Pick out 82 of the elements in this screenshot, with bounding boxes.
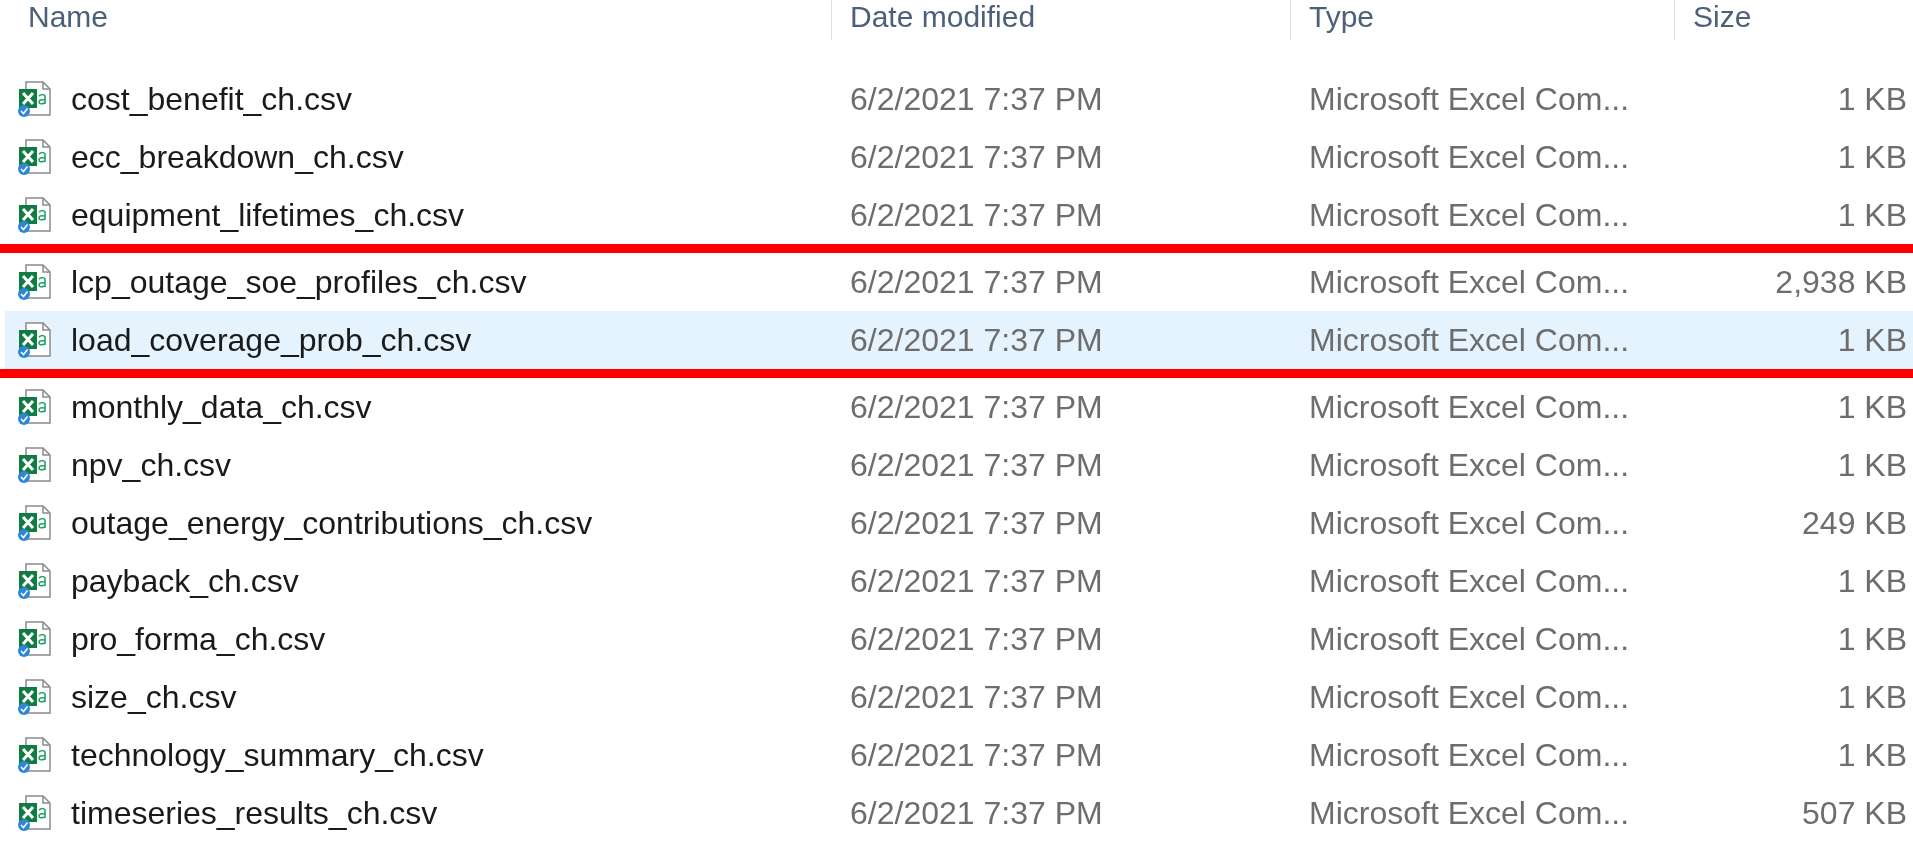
- file-row[interactable]: payback_ch.csv 6/2/2021 7:37 PM Microsoft Excel Com... 1 KB: [5, 552, 1913, 610]
- column-header[interactable]: Name: [28, 0, 109, 34]
- date-modified: 6/2/2021 7:37 PM: [850, 80, 1103, 117]
- file-size: 1 KB: [1837, 562, 1907, 599]
- date-modified: 6/2/2021 7:37 PM: [850, 562, 1103, 599]
- file-size: 1 KB: [1837, 321, 1907, 358]
- date-modified: 6/2/2021 7:37 PM: [850, 794, 1103, 831]
- date-modified: 6/2/2021 7:37 PM: [850, 321, 1103, 358]
- date-modified: 6/2/2021 7:37 PM: [850, 446, 1103, 483]
- spreadsheet-file-icon: [17, 80, 53, 118]
- file-type: Microsoft Excel Com...: [1309, 736, 1630, 773]
- date-modified: 6/2/2021 7:37 PM: [850, 620, 1103, 657]
- file-row[interactable]: pro_forma_ch.csv 6/2/2021 7:37 PM Microsoft Excel Com... 1 KB: [5, 610, 1913, 668]
- file-size: 507 KB: [1802, 794, 1907, 831]
- file-row[interactable]: timeseries_results_ch.csv 6/2/2021 7:37 PM Microsoft Excel Com... 507 KB: [5, 784, 1913, 842]
- file-name: monthly_data_ch.csv: [71, 388, 372, 426]
- file-type: Microsoft Excel Com...: [1309, 678, 1630, 715]
- file-type: Microsoft Excel Com...: [1309, 620, 1630, 657]
- spreadsheet-file-icon: [17, 504, 53, 542]
- file-type: Microsoft Excel Com...: [1309, 321, 1630, 358]
- file-row[interactable]: technology_summary_ch.csv 6/2/2021 7:37 PM Microsoft Excel Com... 1 KB: [5, 726, 1913, 784]
- file-row[interactable]: ecc_breakdown_ch.csv 6/2/2021 7:37 PM Microsoft Excel Com... 1 KB: [5, 128, 1913, 186]
- date-modified: 6/2/2021 7:37 PM: [850, 736, 1103, 773]
- spreadsheet-file-icon: [17, 388, 53, 426]
- file-type: Microsoft Excel Com...: [1309, 196, 1630, 233]
- date-modified: 6/2/2021 7:37 PM: [850, 678, 1103, 715]
- file-size: 1 KB: [1837, 196, 1907, 233]
- spreadsheet-file-icon: [17, 263, 53, 301]
- file-name: equipment_lifetimes_ch.csv: [71, 196, 465, 234]
- file-name: npv_ch.csv: [71, 446, 232, 484]
- spreadsheet-file-icon: [17, 794, 53, 832]
- file-size: 249 KB: [1802, 504, 1907, 541]
- file-type: Microsoft Excel Com...: [1309, 388, 1630, 425]
- file-name: load_coverage_prob_ch.csv: [71, 321, 472, 359]
- file-size: 1 KB: [1837, 678, 1907, 715]
- file-name: pro_forma_ch.csv: [71, 620, 326, 658]
- file-size: 1 KB: [1837, 80, 1907, 117]
- column-header[interactable]: Size: [1693, 0, 1752, 34]
- spreadsheet-file-icon: [17, 562, 53, 600]
- file-type: Microsoft Excel Com...: [1309, 263, 1630, 300]
- date-modified: 6/2/2021 7:37 PM: [850, 196, 1103, 233]
- file-row-selected[interactable]: load_coverage_prob_ch.csv 6/2/2021 7:37 PM Microsoft Excel Com... 1 KB: [5, 311, 1913, 369]
- file-type: Microsoft Excel Com...: [1309, 794, 1630, 831]
- spreadsheet-file-icon: [17, 446, 53, 484]
- file-name: cost_benefit_ch.csv: [71, 80, 353, 118]
- file-type: Microsoft Excel Com...: [1309, 504, 1630, 541]
- file-row[interactable]: size_ch.csv 6/2/2021 7:37 PM Microsoft Excel Com... 1 KB: [5, 668, 1913, 726]
- file-row[interactable]: monthly_data_ch.csv 6/2/2021 7:37 PM Microsoft Excel Com... 1 KB: [5, 378, 1913, 436]
- date-modified: 6/2/2021 7:37 PM: [850, 388, 1103, 425]
- file-type: Microsoft Excel Com...: [1309, 80, 1630, 117]
- date-modified: 6/2/2021 7:37 PM: [850, 138, 1103, 175]
- date-modified: 6/2/2021 7:37 PM: [850, 263, 1103, 300]
- column-header[interactable]: Type: [1309, 0, 1375, 34]
- column-header[interactable]: Date modified: [850, 0, 1036, 34]
- file-size: 1 KB: [1837, 736, 1907, 773]
- file-size: 1 KB: [1837, 446, 1907, 483]
- spreadsheet-file-icon: [17, 620, 53, 658]
- file-size: 1 KB: [1837, 388, 1907, 425]
- file-name: timeseries_results_ch.csv: [71, 794, 438, 832]
- file-name: ecc_breakdown_ch.csv: [71, 138, 404, 176]
- spreadsheet-file-icon: [17, 138, 53, 176]
- spreadsheet-file-icon: [17, 196, 53, 234]
- file-row[interactable]: npv_ch.csv 6/2/2021 7:37 PM Microsoft Excel Com... 1 KB: [5, 436, 1913, 494]
- spreadsheet-file-icon: [17, 678, 53, 716]
- file-row[interactable]: outage_energy_contributions_ch.csv 6/2/2021 7:37 PM Microsoft Excel Com... 249 KB: [5, 494, 1913, 552]
- file-size: 2,938 KB: [1775, 263, 1907, 300]
- file-name: size_ch.csv: [71, 678, 237, 716]
- file-type: Microsoft Excel Com...: [1309, 138, 1630, 175]
- spreadsheet-file-icon: [17, 321, 53, 359]
- file-name: technology_summary_ch.csv: [71, 736, 484, 774]
- spreadsheet-file-icon: [17, 736, 53, 774]
- file-type: Microsoft Excel Com...: [1309, 446, 1630, 483]
- file-type: Microsoft Excel Com...: [1309, 562, 1630, 599]
- file-name: payback_ch.csv: [71, 562, 299, 600]
- file-row[interactable]: lcp_outage_soe_profiles_ch.csv 6/2/2021 7:37 PM Microsoft Excel Com... 2,938 KB: [5, 253, 1913, 311]
- date-modified: 6/2/2021 7:37 PM: [850, 504, 1103, 541]
- file-row[interactable]: cost_benefit_ch.csv 6/2/2021 7:37 PM Microsoft Excel Com... 1 KB: [5, 70, 1913, 128]
- file-name: outage_energy_contributions_ch.csv: [71, 504, 593, 542]
- file-name: lcp_outage_soe_profiles_ch.csv: [71, 263, 527, 301]
- file-size: 1 KB: [1837, 138, 1907, 175]
- file-size: 1 KB: [1837, 620, 1907, 657]
- file-row[interactable]: equipment_lifetimes_ch.csv 6/2/2021 7:37 PM Microsoft Excel Com... 1 KB: [5, 186, 1913, 244]
